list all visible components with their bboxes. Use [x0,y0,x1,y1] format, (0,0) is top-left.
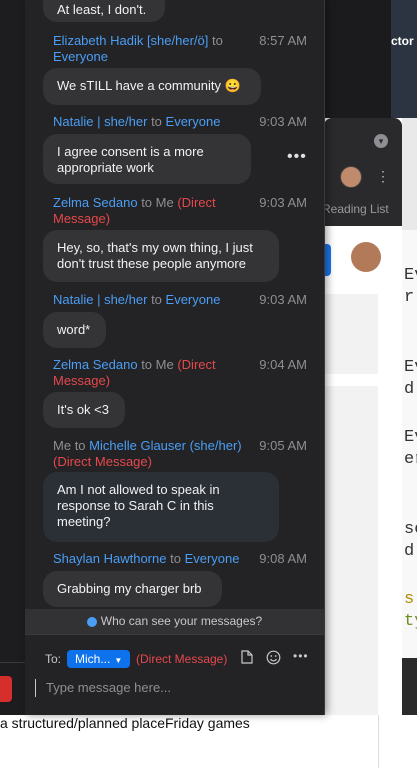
person-lock-icon [86,616,97,627]
code-line: Ev [404,266,417,285]
message-bubble[interactable]: Grabbing my charger brb [43,571,222,607]
code-line: er [404,450,417,469]
sender-name[interactable]: Natalie | she/her [53,114,147,129]
divider [0,662,26,663]
emoji-icon[interactable] [266,650,281,668]
video-thumbnail: ctor ca [391,0,417,118]
background-window-left [0,0,26,715]
sender-name[interactable]: Shaylan Hawthorne [53,551,166,566]
message-header: Shaylan Hawthorne to Everyone [53,551,283,567]
kebab-menu-icon[interactable]: ⋮ [376,168,390,185]
compose-area: To: Mich... ▼ (Direct Message) ••• Type m… [25,634,324,715]
message-bubble[interactable]: We sTILL have a community 😀 [43,68,261,105]
panel [324,386,378,716]
code-line: d [404,542,415,561]
recipient-name[interactable]: Me [156,195,174,210]
message-header: Elizabeth Hadik [she/her/ö] to Everyone [53,33,253,65]
primary-button-partial[interactable] [324,244,331,276]
sender-name[interactable]: Elizabeth Hadik [she/her/ö] [53,33,208,48]
message-time: 9:03 AM [259,114,307,129]
divider [378,715,379,768]
sender-name[interactable]: Natalie | she/her [53,292,147,307]
code-line: s [404,590,415,609]
recipient-name[interactable]: Everyone [53,49,108,64]
message-time: 9:03 AM [259,195,307,210]
sender-name[interactable]: Zelma Sedano [53,195,138,210]
to-label: to [74,438,86,453]
recipient-name[interactable]: Everyone [166,114,221,129]
chevron-down-icon: ▼ [114,656,123,665]
recipient-name[interactable]: Michelle Glauser (she/her) [89,438,241,453]
direct-message-label: (Direct Message) [136,652,228,666]
message-header: Me to Michelle Glauser (she/her) (Direct… [53,438,281,470]
to-label: to [151,114,162,129]
document-area: a structured/planned placeFriday games [0,715,417,768]
to-label: to [170,551,181,566]
reading-list-label[interactable]: Reading List [322,202,389,216]
more-icon[interactable]: ••• [287,148,307,166]
leave-button-partial[interactable] [0,676,12,702]
more-icon[interactable]: ••• [293,649,309,663]
recipient-name[interactable]: Everyone [185,551,240,566]
message-bubble[interactable]: Hey, so, that's my own thing, I just don… [43,230,279,282]
to-label: to [141,195,153,210]
recipient-name[interactable]: Everyone [166,292,221,307]
file-icon[interactable] [241,650,253,667]
code-line: Ev [404,358,417,377]
message-bubble[interactable]: It's ok <3 [43,392,125,428]
message-bubble[interactable]: Am I not allowed to speak in response to… [43,472,279,542]
browser-toolbar: ▾ ⋮ Reading List [322,118,402,226]
sender-name[interactable]: Me [53,438,71,453]
recipient-value: Mich... [75,652,111,666]
message-header: Natalie | she/her to Everyone [53,292,253,308]
code-line: d [404,380,415,399]
code-editor-partial: Ev r Ev d Ev er sc d s ty [402,230,417,715]
message-bubble[interactable]: word* [43,312,106,348]
message-bubble[interactable]: I agree consent is a more appropriate wo… [43,134,251,184]
avatar[interactable] [351,242,381,272]
message-header: Zelma Sedano to Me (Direct Message) [53,357,243,389]
sender-name[interactable]: Zelma Sedano [53,357,138,372]
message-header: Zelma Sedano to Me (Direct Message) [53,195,243,227]
who-can-see-label: Who can see your messages? [100,614,263,628]
code-line: ty [404,612,417,631]
message-input[interactable]: Type message here... [35,679,316,697]
avatar[interactable] [340,166,362,188]
chat-panel: At least, I don't. Elizabeth Hadik [she/… [25,0,325,715]
panel [324,294,378,374]
to-label: to [212,33,223,48]
who-can-see-banner[interactable]: Who can see your messages? [25,609,324,634]
message-time: 9:05 AM [259,438,307,453]
message-time: 9:04 AM [259,357,307,372]
direct-message-label: (Direct Message) [53,454,152,469]
thumbnail-text: ctor [391,34,414,48]
browser-window: ▾ ⋮ Reading List [322,118,402,716]
code-line: Ev [404,428,417,447]
recipient-name[interactable]: Me [156,357,174,372]
code-line: sc [404,520,417,539]
chevron-down-icon[interactable]: ▾ [374,134,388,148]
message-bubble[interactable]: At least, I don't. [43,0,165,22]
panel [402,658,417,715]
code-line: r [404,288,415,307]
message-time: 9:08 AM [259,551,307,566]
document-text: a structured/planned placeFriday games [0,715,250,731]
message-header: Natalie | she/her to Everyone [53,114,253,130]
message-time: 9:03 AM [259,292,307,307]
to-label: to [141,357,153,372]
message-time: 8:57 AM [259,33,307,48]
recipient-select[interactable]: Mich... ▼ [67,650,131,668]
to-label: To: [45,652,62,666]
to-label: to [151,292,162,307]
